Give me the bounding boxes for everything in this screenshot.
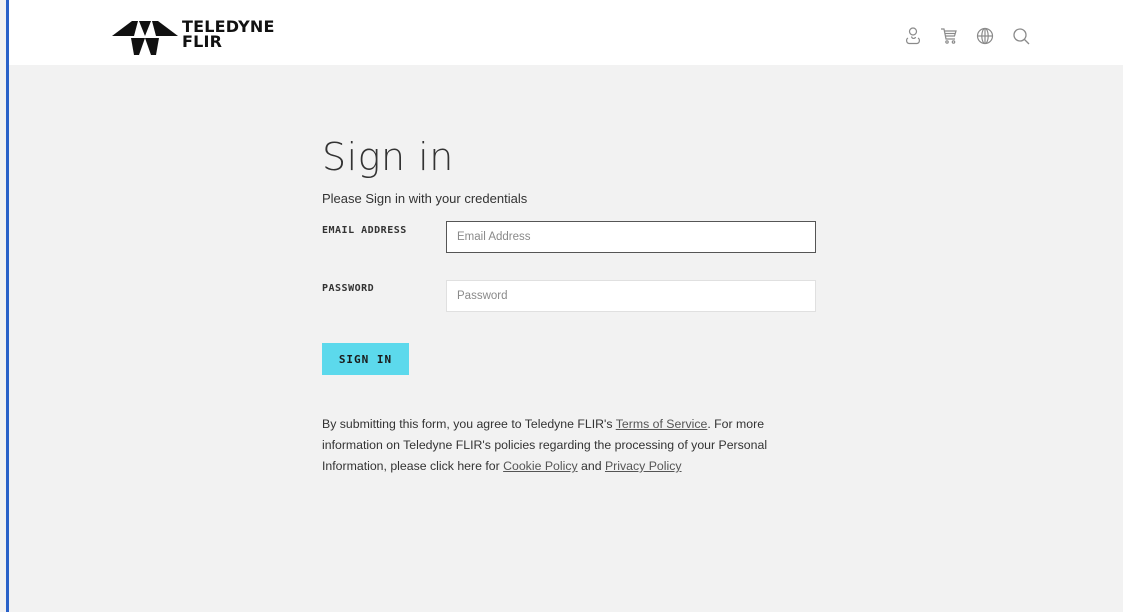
legal-text-3: and (577, 459, 605, 473)
password-field[interactable] (446, 280, 816, 312)
left-edge-bar (6, 0, 9, 612)
header-icons (903, 26, 1031, 46)
cart-icon[interactable] (939, 26, 959, 46)
globe-icon[interactable] (975, 26, 995, 46)
privacy-policy-link[interactable]: Privacy Policy (605, 459, 682, 473)
legal-notice: By submitting this form, you agree to Te… (322, 414, 822, 477)
logo-wordmark: TELEDYNE FLIR (182, 19, 275, 51)
logo-mark-icon (112, 21, 178, 55)
legal-text-1: By submitting this form, you agree to Te… (322, 417, 616, 431)
cookie-policy-link[interactable]: Cookie Policy (503, 459, 578, 473)
email-label: EMAIL ADDRESS (322, 225, 407, 236)
search-icon[interactable] (1011, 26, 1031, 46)
teledyne-flir-logo[interactable]: TELEDYNE FLIR (112, 19, 275, 59)
sign-in-button[interactable]: SIGN IN (322, 343, 409, 375)
signin-subtitle: Please Sign in with your credentials (322, 191, 528, 206)
email-field[interactable] (446, 221, 816, 253)
account-icon[interactable] (903, 26, 923, 46)
page-title: Sign in (322, 135, 454, 179)
logo-line-flir: FLIR (182, 32, 223, 51)
terms-of-service-link[interactable]: Terms of Service (616, 417, 708, 431)
site-header: TELEDYNE FLIR (9, 0, 1123, 65)
password-label: PASSWORD (322, 283, 375, 294)
